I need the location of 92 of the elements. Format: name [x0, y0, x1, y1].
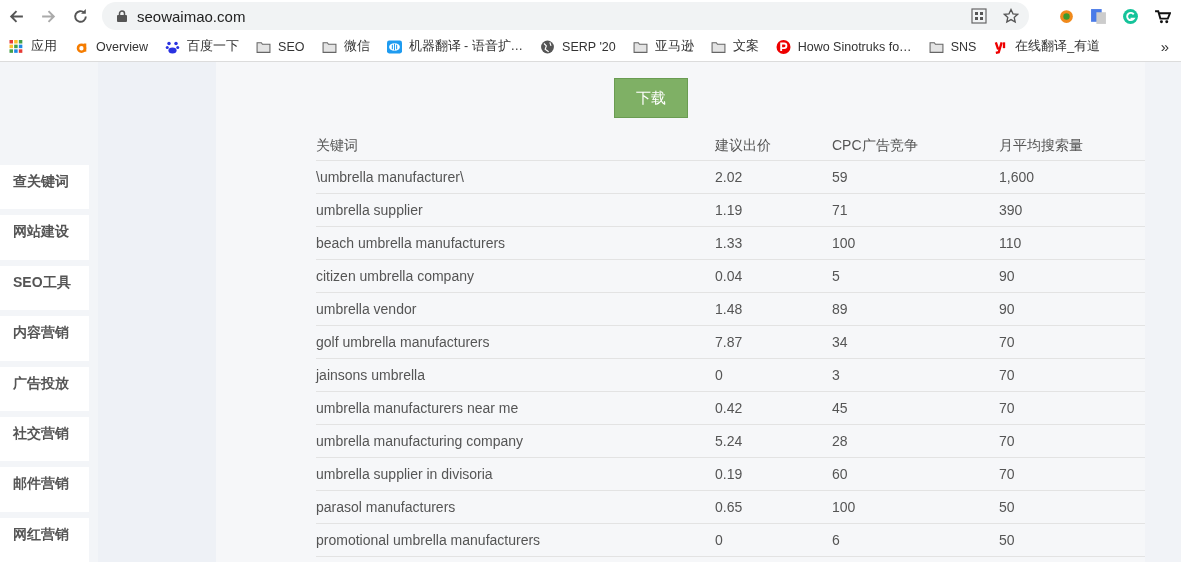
- table-cell: \umbrella manufacturer\: [316, 160, 715, 194]
- bookmark-link[interactable]: 文案: [710, 38, 759, 55]
- table-cell: 70: [999, 358, 1145, 392]
- sidebar-item[interactable]: 内容营销: [0, 316, 89, 361]
- table-cell: 5: [832, 259, 999, 293]
- table-cell: 71: [832, 193, 999, 227]
- sidebar-item[interactable]: 网站建设: [0, 215, 89, 260]
- table-cell: umbrella manufacturing company: [316, 424, 715, 458]
- sidebar-item[interactable]: SEO工具: [0, 265, 89, 311]
- table-cell: 1.48: [715, 292, 832, 326]
- table-cell: 70: [999, 457, 1145, 491]
- sidebar-item[interactable]: 查关键词: [0, 165, 89, 210]
- bookmark-link[interactable]: Overview: [74, 39, 149, 54]
- table-cell: 390: [999, 193, 1145, 227]
- table-cell: 60: [832, 457, 999, 491]
- table-cell: 59: [832, 160, 999, 194]
- table-cell: 1.33: [715, 226, 832, 260]
- table-cell: 110: [999, 226, 1145, 260]
- table-cell: citizen umbrella company: [316, 259, 715, 293]
- table-cell: 70: [999, 424, 1145, 458]
- letter-p-icon: [775, 39, 791, 54]
- table-cell: 0.42: [715, 391, 832, 425]
- table-cell: 1.19: [715, 193, 832, 227]
- table-cell: 2.02: [715, 160, 832, 194]
- table-cell: 1,600: [999, 160, 1145, 194]
- table-cell: parasol manufacturers: [316, 490, 715, 524]
- folder-icon: [256, 39, 272, 54]
- table-cell: 70: [999, 391, 1145, 425]
- bookmark-link[interactable]: SNS: [928, 39, 977, 54]
- column-header: CPC广告竞争: [832, 132, 999, 161]
- speech-bubble-icon: [386, 39, 402, 54]
- table-cell: 89: [832, 292, 999, 326]
- bookmark-link[interactable]: SEO: [256, 39, 305, 54]
- table-cell: 7.87: [715, 325, 832, 359]
- folder-icon: [928, 39, 944, 54]
- table-cell: 100: [832, 226, 999, 260]
- table-cell: umbrella vendor: [316, 292, 715, 326]
- globe-icon: [540, 39, 556, 54]
- bookmark-link[interactable]: 机器翻译 - 语音扩…: [386, 38, 524, 55]
- bookmark-link[interactable]: 在线翻译_有道: [993, 38, 1101, 55]
- table-cell: 34: [832, 325, 999, 359]
- folder-icon: [321, 39, 337, 54]
- bookmark-link[interactable]: SERP '20: [540, 39, 616, 54]
- table-cell: golf umbrella manufacturers: [316, 325, 715, 359]
- table-cell: beach umbrella manufacturers: [316, 226, 715, 260]
- table-cell: 3: [832, 358, 999, 392]
- cart-icon[interactable]: [1154, 7, 1171, 25]
- table-cell: 0.19: [715, 457, 832, 491]
- url-text: seowaimao.com: [137, 7, 246, 25]
- table-cell: 90: [999, 259, 1145, 293]
- sidebar-item[interactable]: 社交营销: [0, 416, 89, 462]
- table-cell: promotional umbrella manufacturers: [316, 523, 715, 557]
- table-cell: 0: [715, 358, 832, 392]
- extension-icon[interactable]: [1058, 7, 1075, 25]
- table-cell: 45: [832, 391, 999, 425]
- folder-icon: [710, 39, 726, 54]
- column-header: 建议出价: [715, 132, 832, 161]
- table-cell: 0: [715, 523, 832, 557]
- sidebar-item[interactable]: 邮件营销: [0, 467, 89, 512]
- table-cell: umbrella supplier in divisoria: [316, 457, 715, 491]
- folder-icon: [632, 39, 648, 54]
- bookmark-link[interactable]: 亚马逊: [632, 38, 694, 55]
- column-header: 月平均搜索量: [999, 132, 1145, 161]
- table-cell: 100: [832, 490, 999, 524]
- bookmark-link[interactable]: 百度一下: [165, 38, 240, 55]
- sidebar-item[interactable]: 网红营销: [0, 517, 89, 562]
- column-header: 关键词: [316, 132, 715, 161]
- table-cell: 50: [999, 490, 1145, 524]
- bookmark-link[interactable]: 应用: [9, 38, 57, 55]
- table-cell: 5.24: [715, 424, 832, 458]
- bookmark-link[interactable]: Howo Sinotruks fo…: [775, 39, 912, 54]
- table-cell: 0.04: [715, 259, 832, 293]
- table-cell: 28: [832, 424, 999, 458]
- lock-icon: [117, 10, 127, 22]
- star-icon[interactable]: [1003, 8, 1019, 24]
- reload-icon[interactable]: [72, 7, 89, 25]
- paw-icon: [165, 39, 181, 54]
- address-bar[interactable]: seowaimao.com: [102, 2, 1029, 30]
- sidebar-item[interactable]: 广告投放: [0, 366, 89, 411]
- table-cell: jainsons umbrella: [316, 358, 715, 392]
- apps-grid-icon: [9, 39, 24, 54]
- table-cell: 70: [999, 325, 1145, 359]
- table-cell: 0.65: [715, 490, 832, 524]
- table-cell: 6: [832, 523, 999, 557]
- table-cell: 90: [999, 292, 1145, 326]
- table-cell: umbrella supplier: [316, 193, 715, 227]
- table-cell: 50: [999, 523, 1145, 557]
- table-cell: umbrella manufacturers near me: [316, 391, 715, 425]
- translate-icon[interactable]: [1090, 7, 1107, 25]
- grid-icon[interactable]: [971, 8, 987, 24]
- more-bookmarks-button[interactable]: »: [1156, 38, 1173, 55]
- bookmark-link[interactable]: 微信: [321, 38, 370, 55]
